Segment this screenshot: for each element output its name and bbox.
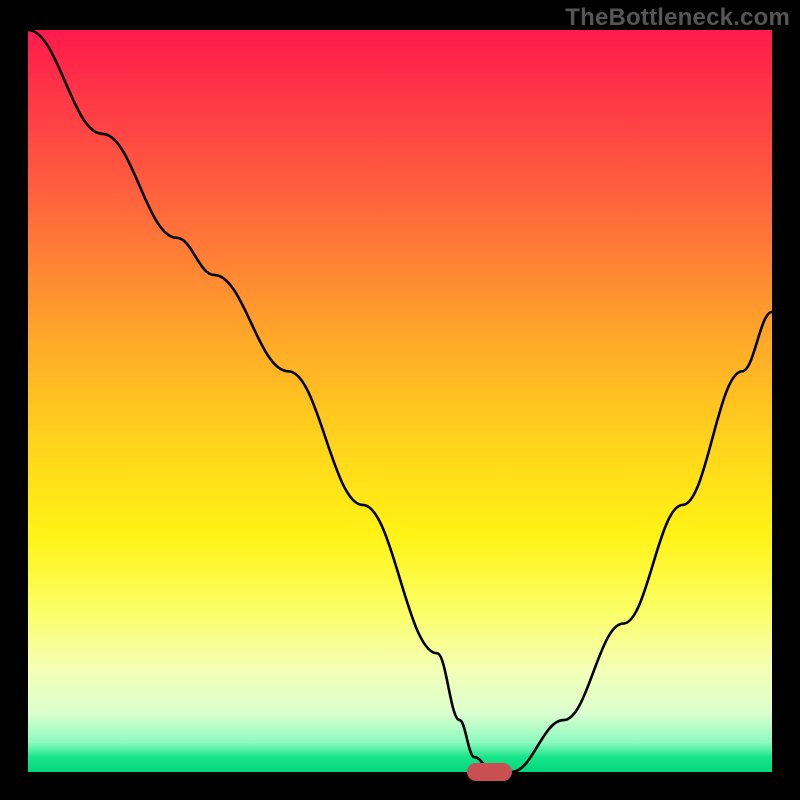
watermark-text: TheBottleneck.com	[565, 4, 790, 32]
chart-frame: TheBottleneck.com	[0, 0, 800, 800]
plot-area	[28, 30, 772, 772]
curve-path	[28, 30, 772, 772]
bottleneck-curve	[28, 30, 772, 772]
optimal-marker	[467, 763, 512, 781]
